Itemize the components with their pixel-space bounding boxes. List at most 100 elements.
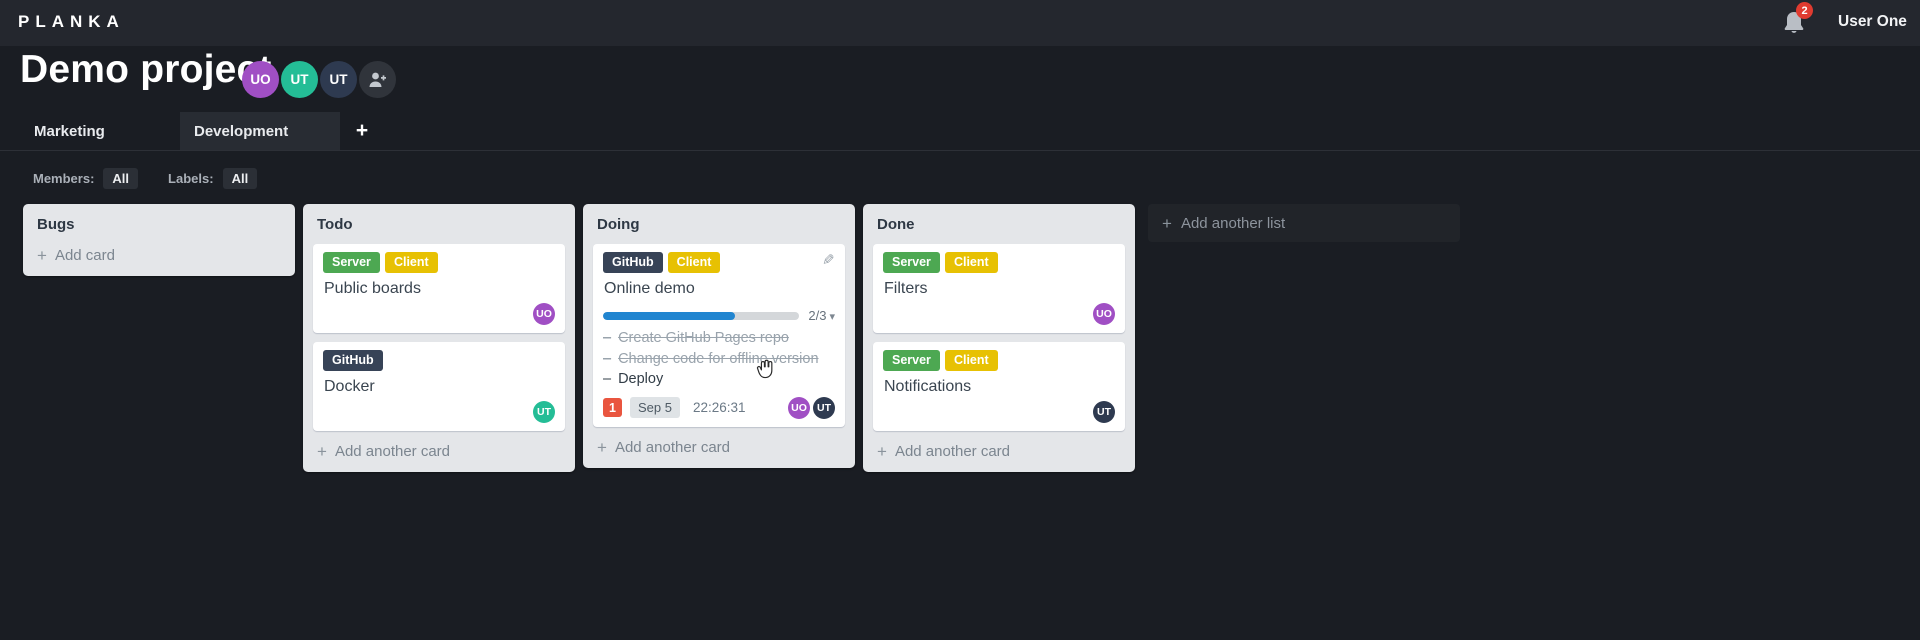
card-notification-badge: 1	[603, 398, 622, 417]
chevron-down-icon: ▾	[829, 311, 835, 323]
avatar[interactable]: UO	[242, 61, 279, 98]
list-done: Done Server Client Filters UO Server Cli…	[863, 204, 1135, 472]
planka-logo[interactable]: PLANKA	[18, 12, 125, 32]
card-title[interactable]: Notifications	[884, 377, 1114, 397]
card-title[interactable]: Docker	[324, 377, 554, 397]
progress-track	[603, 311, 800, 320]
avatar[interactable]: UT	[1093, 401, 1115, 423]
task-item[interactable]: – Change code for offline version	[603, 349, 835, 370]
plus-icon: +	[597, 437, 607, 457]
list-title[interactable]: Bugs	[33, 213, 285, 244]
card-members: UT	[323, 401, 555, 423]
card-members: UO	[323, 303, 555, 325]
add-card-label: Add another card	[334, 443, 451, 460]
top-bar: PLANKA 2 User One	[0, 0, 1920, 46]
card-footer: 1 Sep 5 22:26:31 UO UT	[603, 396, 835, 419]
card-docker[interactable]: GitHub Docker UT	[313, 342, 565, 431]
dash-icon: –	[603, 330, 612, 346]
tab-marketing[interactable]: Marketing	[20, 112, 180, 150]
person-plus-icon	[369, 72, 386, 87]
project-title[interactable]: Demo project	[20, 48, 272, 92]
card-labels: GitHub Client	[603, 252, 835, 273]
avatar[interactable]: UO	[1093, 303, 1115, 325]
add-card-button[interactable]: + Add card	[33, 244, 285, 268]
list-title[interactable]: Doing	[593, 213, 845, 244]
project-members: UO UT UT	[242, 61, 396, 98]
list-title[interactable]: Todo	[313, 213, 565, 244]
card-title[interactable]: Filters	[884, 279, 1114, 299]
task-text: Deploy	[618, 371, 664, 387]
plus-icon: +	[317, 442, 327, 461]
label-server[interactable]: Server	[323, 252, 380, 273]
task-item[interactable]: – Deploy	[603, 369, 835, 390]
labels-filter-value[interactable]: All	[222, 167, 258, 189]
task-item[interactable]: – Create GitHub Pages repo	[603, 328, 835, 349]
list-bugs: Bugs + Add card	[23, 204, 295, 276]
notification-count-badge[interactable]: 2	[1796, 2, 1813, 19]
add-member-button[interactable]	[359, 61, 396, 98]
card-filters[interactable]: Server Client Filters UO	[873, 244, 1125, 333]
dash-icon: –	[603, 371, 612, 387]
board-tabs: Marketing Development +	[0, 112, 1920, 151]
avatar[interactable]: UT	[281, 61, 318, 98]
task-list: – Create GitHub Pages repo – Change code…	[603, 328, 835, 390]
labels-filter-label: Labels:	[168, 170, 214, 186]
add-another-card-button[interactable]: + Add another card	[593, 436, 845, 460]
avatar[interactable]: UO	[788, 396, 810, 419]
plus-icon: +	[877, 442, 887, 461]
label-server[interactable]: Server	[883, 350, 940, 371]
label-client[interactable]: Client	[667, 252, 721, 273]
timer-value[interactable]: 22:26:31	[693, 400, 746, 415]
card-title[interactable]: Online demo	[604, 279, 834, 299]
avatar[interactable]: UO	[533, 303, 555, 325]
kanban-board: Bugs + Add card Todo Server Client Publi…	[23, 204, 1135, 472]
label-client[interactable]: Client	[384, 252, 438, 273]
user-menu[interactable]: User One	[1838, 13, 1907, 31]
card-labels: Server Client	[883, 252, 1115, 273]
filter-bar: Members: All Labels: All	[33, 166, 287, 190]
progress-count[interactable]: 2/3 ▾	[808, 308, 835, 323]
list-title[interactable]: Done	[873, 213, 1125, 244]
plus-icon: +	[37, 246, 47, 265]
edit-card-icon[interactable]: ✎	[822, 251, 835, 269]
label-client[interactable]: Client	[944, 350, 998, 371]
tasks-progress: 2/3 ▾	[603, 308, 835, 323]
add-another-card-button[interactable]: + Add another card	[313, 440, 565, 464]
members-filter-value[interactable]: All	[103, 167, 139, 189]
add-card-label: Add another card	[614, 438, 731, 456]
label-github[interactable]: GitHub	[603, 252, 663, 273]
task-text: Create GitHub Pages repo	[618, 330, 789, 346]
progress-fill	[603, 311, 735, 320]
due-date-badge[interactable]: Sep 5	[630, 397, 680, 418]
task-text: Change code for offline version	[618, 350, 819, 367]
progress-count-text: 2/3	[808, 308, 827, 323]
avatar[interactable]: UT	[813, 396, 835, 419]
list-doing: Doing ✎ GitHub Client Online demo 2/3▾	[583, 204, 855, 468]
card-labels: GitHub	[323, 350, 555, 371]
card-members: UO UT	[788, 396, 835, 419]
dash-icon: –	[603, 350, 612, 367]
add-board-button[interactable]: +	[344, 112, 380, 150]
add-list-label: Add another list	[1180, 214, 1286, 232]
add-another-list-button[interactable]: + Add another list	[1148, 204, 1460, 242]
tab-development[interactable]: Development	[180, 112, 340, 150]
members-filter-label: Members:	[33, 170, 95, 186]
label-client[interactable]: Client	[944, 252, 998, 273]
card-labels: Server Client	[323, 252, 555, 273]
label-github[interactable]: GitHub	[323, 350, 383, 371]
plus-icon: +	[355, 119, 369, 142]
card-labels: Server Client	[883, 350, 1115, 371]
card-online-demo[interactable]: ✎ GitHub Client Online demo 2/3 ▾ – Crea…	[593, 244, 845, 427]
card-members: UT	[883, 401, 1115, 423]
add-card-label: Add another card	[894, 443, 1011, 460]
avatar[interactable]: UT	[533, 401, 555, 423]
plus-icon: +	[1162, 213, 1172, 233]
add-another-card-button[interactable]: + Add another card	[873, 440, 1125, 464]
list-todo: Todo Server Client Public boards UO GitH…	[303, 204, 575, 472]
avatar[interactable]: UT	[320, 61, 357, 98]
card-title[interactable]: Public boards	[324, 279, 554, 299]
card-notifications[interactable]: Server Client Notifications UT	[873, 342, 1125, 431]
card-public-boards[interactable]: Server Client Public boards UO	[313, 244, 565, 333]
card-members: UO	[883, 303, 1115, 325]
label-server[interactable]: Server	[883, 252, 940, 273]
